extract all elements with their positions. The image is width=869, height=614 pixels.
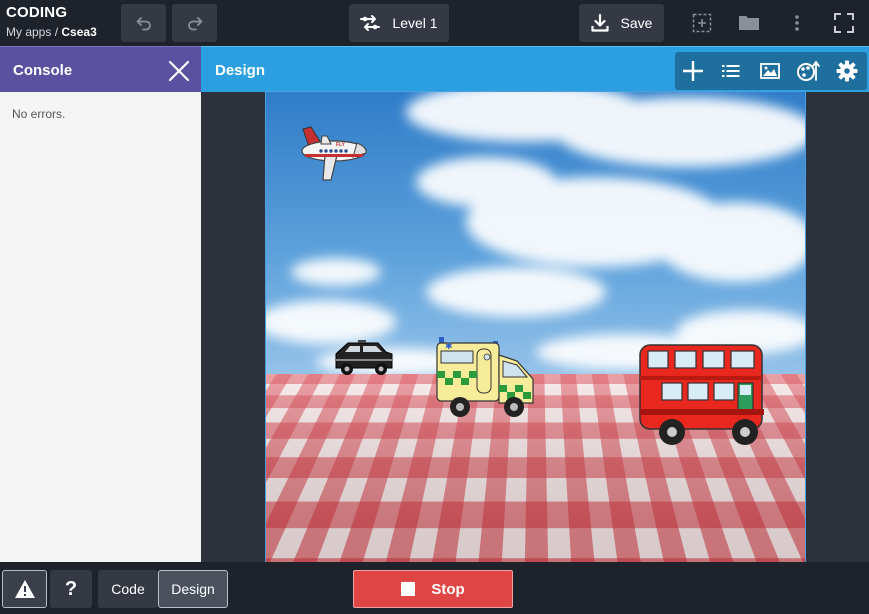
help-button[interactable]: ? (50, 570, 92, 608)
top-bar: CODING My apps / Csea3 Level 1 Save (0, 0, 869, 46)
add-object-button[interactable] (680, 58, 706, 84)
bottom-bar: ? Code Design Stop (0, 562, 869, 614)
level-switch-icon (360, 15, 381, 31)
breadcrumb: My apps / Csea3 (6, 25, 97, 39)
object-list-button[interactable] (718, 58, 744, 84)
add-screen-button[interactable] (687, 8, 717, 38)
warning-icon (14, 580, 35, 598)
breadcrumb-current: Csea3 (61, 25, 97, 39)
design-toolbar (675, 52, 867, 90)
stop-label: Stop (431, 580, 465, 598)
undo-button[interactable] (121, 4, 166, 42)
download-icon (590, 14, 609, 32)
undo-icon (136, 17, 151, 31)
svg-text:✱: ✱ (445, 341, 453, 351)
fullscreen-button[interactable] (829, 8, 859, 38)
errors-toggle-button[interactable] (2, 570, 47, 608)
folder-icon (739, 16, 759, 30)
airplane-logo-text: FLY (336, 142, 346, 148)
app-title: CODING (6, 4, 68, 21)
breadcrumb-separator: / (51, 25, 62, 39)
design-header: Design (201, 46, 869, 92)
console-title: Console (13, 62, 73, 79)
plus-icon (683, 61, 703, 81)
close-icon (168, 60, 190, 82)
app-window: CODING My apps / Csea3 Level 1 Save Cons… (0, 0, 869, 614)
console-message: No errors. (12, 107, 66, 121)
design-stage[interactable]: FLY ✱ (265, 91, 806, 563)
settings-button[interactable] (834, 58, 860, 84)
breadcrumb-parent-link[interactable]: My apps (6, 25, 51, 39)
more-vertical-icon (795, 15, 799, 31)
add-screen-icon (692, 13, 712, 33)
close-console-button[interactable] (166, 58, 192, 84)
gear-icon (836, 60, 858, 82)
fullscreen-icon (834, 13, 854, 33)
sound-assets-icon (797, 60, 820, 81)
level-selector-button[interactable]: Level 1 (349, 4, 449, 42)
assets-button[interactable] (796, 58, 822, 84)
stage-canvas: FLY ✱ (266, 92, 805, 562)
redo-button[interactable] (172, 4, 217, 42)
image-icon (760, 63, 780, 79)
stop-icon (401, 582, 416, 596)
redo-icon (187, 17, 202, 31)
design-title: Design (215, 62, 266, 79)
more-options-button[interactable] (782, 8, 812, 38)
console-panel: No errors. (0, 92, 201, 562)
level-label: Level 1 (392, 15, 438, 31)
open-folder-button[interactable] (734, 8, 764, 38)
save-label: Save (620, 15, 653, 31)
stop-button[interactable]: Stop (353, 570, 513, 608)
background-image-button[interactable] (757, 58, 783, 84)
console-header: Console (0, 46, 201, 92)
design-tab[interactable]: Design (158, 570, 228, 608)
save-button[interactable]: Save (579, 4, 664, 42)
list-icon (722, 65, 740, 77)
code-tab[interactable]: Code (98, 570, 158, 608)
